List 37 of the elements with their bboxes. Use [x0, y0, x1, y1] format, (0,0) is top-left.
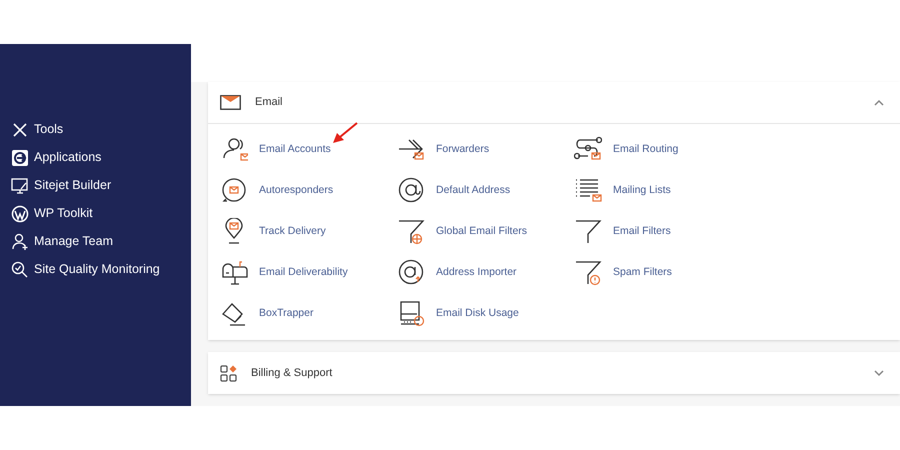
section-header[interactable]: Email [208, 82, 900, 124]
at-sign-upload-icon [397, 259, 425, 287]
monitor-pen-icon [11, 176, 29, 194]
section-title: Email [255, 95, 283, 110]
tools-icon [11, 120, 29, 138]
feature-link[interactable]: Spam Filters [574, 259, 751, 287]
section-title: Billing & Support [251, 366, 332, 381]
feature-link[interactable]: Autoresponders [220, 177, 397, 205]
at-sign-icon [397, 177, 425, 205]
feature-link[interactable]: Track Delivery [220, 218, 397, 246]
sidebar-item[interactable]: Applications [11, 148, 191, 167]
feature-link[interactable]: Global Email Filters [397, 218, 574, 246]
feature-link[interactable]: BoxTrapper [220, 300, 397, 328]
feature-link[interactable]: Email Filters [574, 218, 751, 246]
feature-link[interactable]: Forwarders [397, 136, 574, 164]
feature-link[interactable]: Email Routing [574, 136, 751, 164]
search-check-icon [11, 260, 29, 278]
chevron-down-icon[interactable] [874, 370, 884, 376]
chevron-up-icon[interactable] [874, 99, 884, 106]
sidebar-item[interactable]: Manage Team [11, 232, 191, 251]
sidebar-item[interactable]: Site Quality Monitoring [11, 260, 191, 279]
pointer-arrow [331, 121, 359, 145]
envelope-icon [220, 95, 241, 110]
sidebar-item[interactable]: WP Toolkit [11, 204, 191, 223]
feature-link[interactable]: Email Disk Usage [397, 300, 574, 328]
feature-link[interactable]: Mailing Lists [574, 177, 751, 205]
feature-link[interactable]: Email Accounts [220, 136, 397, 164]
sidebar-item[interactable]: Tools [11, 120, 191, 139]
section-header[interactable]: Billing & Support [208, 352, 900, 394]
sidebar-item[interactable]: Sitejet Builder [11, 176, 191, 195]
wordpress-icon [11, 204, 29, 222]
mailbox-icon [220, 259, 248, 287]
feature-link[interactable]: Default Address [397, 177, 574, 205]
feature-link[interactable]: Email Deliverability [220, 259, 397, 287]
grid-icon [220, 364, 237, 382]
feature-link[interactable]: Address Importer [397, 259, 574, 287]
add-user-icon [11, 232, 29, 250]
